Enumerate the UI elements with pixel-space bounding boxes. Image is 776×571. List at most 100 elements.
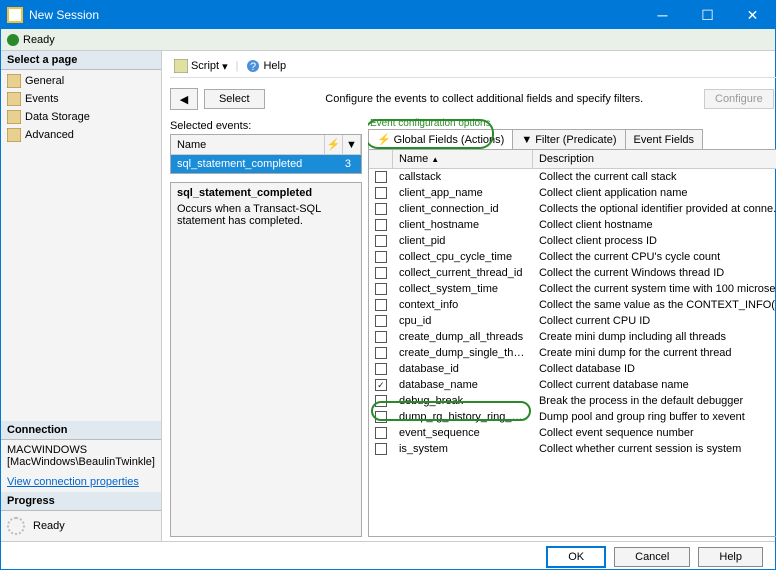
field-row[interactable]: client_app_nameCollect client applicatio… bbox=[369, 185, 776, 201]
ok-button[interactable]: OK bbox=[546, 546, 606, 568]
minimize-button[interactable]: ─ bbox=[640, 1, 685, 29]
field-checkbox[interactable] bbox=[375, 379, 387, 391]
field-desc: Break the process in the default debugge… bbox=[533, 395, 776, 407]
field-row[interactable]: collect_current_thread_idCollect the cur… bbox=[369, 265, 776, 281]
script-button[interactable]: Script ▾ bbox=[170, 57, 232, 75]
field-checkbox[interactable] bbox=[375, 203, 387, 215]
field-name: client_pid bbox=[393, 235, 533, 247]
selected-events-table: Name ⚡ ▼ sql_statement_completed 3 bbox=[170, 134, 362, 174]
field-row[interactable]: dump_rg_history_ring_bufferDump pool and… bbox=[369, 409, 776, 425]
tab-filter[interactable]: ▼ Filter (Predicate) bbox=[512, 129, 625, 149]
field-row[interactable]: collect_cpu_cycle_timeCollect the curren… bbox=[369, 249, 776, 265]
field-desc: Collect client application name bbox=[533, 187, 776, 199]
field-checkbox[interactable] bbox=[375, 267, 387, 279]
back-button[interactable]: ◀ bbox=[170, 88, 198, 110]
field-row[interactable]: debug_breakBreak the process in the defa… bbox=[369, 393, 776, 409]
field-row[interactable]: event_sequenceCollect event sequence num… bbox=[369, 425, 776, 441]
col-lightning[interactable]: ⚡ bbox=[325, 135, 343, 154]
field-checkbox[interactable] bbox=[375, 187, 387, 199]
field-name: context_info bbox=[393, 299, 533, 311]
col-field-name[interactable]: Name▲ bbox=[393, 150, 533, 168]
field-checkbox[interactable] bbox=[375, 315, 387, 327]
help-icon: ? bbox=[246, 59, 260, 73]
status-icon bbox=[7, 34, 19, 46]
field-desc: Collect the same value as the CONTEXT_IN… bbox=[533, 299, 776, 311]
field-desc: Collects the optional identifier provide… bbox=[533, 203, 776, 215]
field-name: create_dump_all_threads bbox=[393, 331, 533, 343]
field-desc: Collect database ID bbox=[533, 363, 776, 375]
field-row[interactable]: collect_system_timeCollect the current s… bbox=[369, 281, 776, 297]
app-icon bbox=[7, 7, 23, 23]
dropdown-arrow-icon: ▾ bbox=[222, 60, 228, 73]
field-row[interactable]: create_dump_single_threadCreate mini dum… bbox=[369, 345, 776, 361]
funnel-icon: ▼ bbox=[521, 134, 532, 146]
field-name: collect_cpu_cycle_time bbox=[393, 251, 533, 263]
tab-global-fields[interactable]: ⚡ Global Fields (Actions) bbox=[368, 129, 513, 149]
view-connection-link[interactable]: View connection properties bbox=[1, 472, 161, 492]
field-checkbox[interactable] bbox=[375, 427, 387, 439]
cancel-button[interactable]: Cancel bbox=[614, 547, 690, 567]
sidebar: Select a page GeneralEventsData StorageA… bbox=[1, 51, 162, 541]
col-name[interactable]: Name bbox=[171, 135, 325, 154]
page-icon bbox=[7, 128, 21, 142]
progress-header: Progress bbox=[1, 492, 161, 511]
page-icon bbox=[7, 110, 21, 124]
field-name: collect_current_thread_id bbox=[393, 267, 533, 279]
field-desc: Collect whether current session is syste… bbox=[533, 443, 776, 455]
event-description-box: sql_statement_completed Occurs when a Tr… bbox=[170, 182, 362, 537]
field-name: client_connection_id bbox=[393, 203, 533, 215]
field-name: event_sequence bbox=[393, 427, 533, 439]
col-filter[interactable]: ▼ bbox=[343, 135, 361, 154]
field-checkbox[interactable] bbox=[375, 395, 387, 407]
connection-server: MACWINDOWS bbox=[7, 444, 155, 456]
page-icon bbox=[7, 74, 21, 88]
close-button[interactable]: ✕ bbox=[730, 1, 775, 29]
help-button[interactable]: ? Help bbox=[242, 57, 290, 75]
field-checkbox[interactable] bbox=[375, 299, 387, 311]
field-row[interactable]: database_idCollect database ID bbox=[369, 361, 776, 377]
field-checkbox[interactable] bbox=[375, 347, 387, 359]
nav-item-advanced[interactable]: Advanced bbox=[1, 126, 161, 144]
maximize-button[interactable]: ☐ bbox=[685, 1, 730, 29]
titlebar: New Session ─ ☐ ✕ bbox=[1, 1, 775, 29]
field-name: collect_system_time bbox=[393, 283, 533, 295]
field-checkbox[interactable] bbox=[375, 235, 387, 247]
col-field-desc[interactable]: Description bbox=[533, 150, 776, 168]
field-checkbox[interactable] bbox=[375, 219, 387, 231]
connection-header: Connection bbox=[1, 421, 161, 440]
field-row[interactable]: client_connection_idCollects the optiona… bbox=[369, 201, 776, 217]
field-desc: Collect the current call stack bbox=[533, 171, 776, 183]
field-name: dump_rg_history_ring_buffer bbox=[393, 411, 533, 423]
field-name: database_name bbox=[393, 379, 533, 391]
config-options-label: Event configuration options bbox=[368, 118, 776, 129]
field-row[interactable]: database_nameCollect current database na… bbox=[369, 377, 776, 393]
field-row[interactable]: cpu_idCollect current CPU ID bbox=[369, 313, 776, 329]
fields-table: Name▲ Description callstackCollect the c… bbox=[368, 149, 776, 537]
field-checkbox[interactable] bbox=[375, 331, 387, 343]
footer: OK Cancel Help bbox=[1, 541, 775, 571]
field-checkbox[interactable] bbox=[375, 171, 387, 183]
script-icon bbox=[174, 59, 188, 73]
field-row[interactable]: callstackCollect the current call stack bbox=[369, 169, 776, 185]
field-desc: Dump pool and group ring buffer to xeven… bbox=[533, 411, 776, 423]
tab-event-fields[interactable]: Event Fields bbox=[625, 129, 704, 149]
field-checkbox[interactable] bbox=[375, 443, 387, 455]
field-checkbox[interactable] bbox=[375, 283, 387, 295]
field-row[interactable]: client_pidCollect client process ID bbox=[369, 233, 776, 249]
field-row[interactable]: client_hostnameCollect client hostname bbox=[369, 217, 776, 233]
field-checkbox[interactable] bbox=[375, 363, 387, 375]
field-row[interactable]: is_systemCollect whether current session… bbox=[369, 441, 776, 457]
selected-event-row[interactable]: sql_statement_completed 3 bbox=[171, 155, 361, 173]
field-row[interactable]: create_dump_all_threadsCreate mini dump … bbox=[369, 329, 776, 345]
nav-item-events[interactable]: Events bbox=[1, 90, 161, 108]
lightning-icon: ⚡ bbox=[377, 133, 391, 146]
select-button[interactable]: Select bbox=[204, 89, 265, 109]
selected-events-label: Selected events: bbox=[170, 118, 362, 134]
help-button[interactable]: Help bbox=[698, 547, 763, 567]
field-checkbox[interactable] bbox=[375, 251, 387, 263]
nav-item-data-storage[interactable]: Data Storage bbox=[1, 108, 161, 126]
field-row[interactable]: context_infoCollect the same value as th… bbox=[369, 297, 776, 313]
funnel-icon: ▼ bbox=[346, 139, 357, 151]
nav-item-general[interactable]: General bbox=[1, 72, 161, 90]
field-checkbox[interactable] bbox=[375, 411, 387, 423]
